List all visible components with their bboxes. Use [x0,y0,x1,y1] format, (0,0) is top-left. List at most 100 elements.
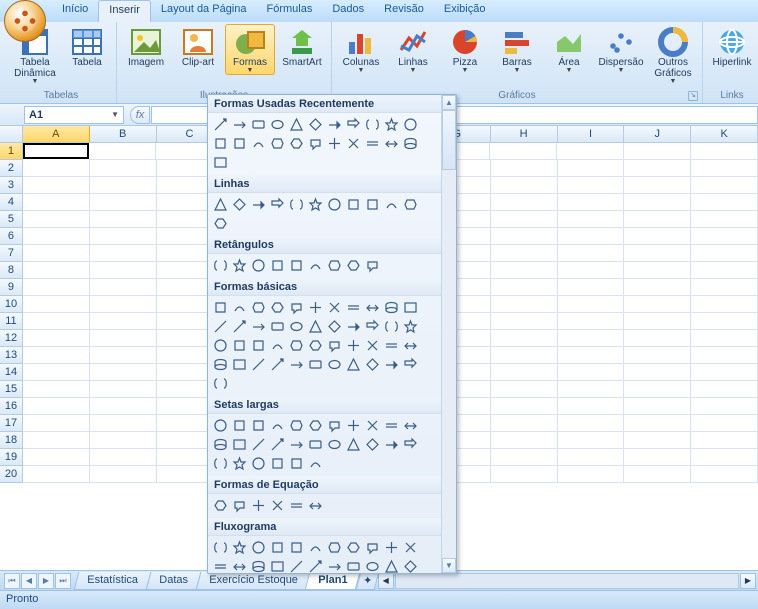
shape-item[interactable] [382,538,401,557]
shape-item[interactable] [344,416,363,435]
shape-item[interactable] [230,355,249,374]
col-header-J[interactable]: J [624,126,691,142]
scroll-thumb[interactable] [442,110,456,170]
cell-B16[interactable] [90,398,157,415]
sheet-nav-prev[interactable]: ◀ [21,573,37,589]
shape-item[interactable] [249,336,268,355]
shape-item[interactable] [382,298,401,317]
cell-B2[interactable] [90,160,157,177]
cell-J6[interactable] [624,228,691,245]
cell-K19[interactable] [691,449,758,466]
cell-H10[interactable] [491,296,558,313]
cell-A13[interactable] [23,347,90,364]
cell-B4[interactable] [90,194,157,211]
shape-item[interactable] [363,557,382,574]
shape-item[interactable] [401,317,420,336]
cell-H1[interactable] [490,143,557,160]
cell-I14[interactable] [558,364,625,381]
cell-I1[interactable] [557,143,624,160]
shape-item[interactable] [287,134,306,153]
shape-item[interactable] [230,195,249,214]
shape-item[interactable] [230,134,249,153]
tab-inserir[interactable]: Inserir [98,0,151,22]
sheet-tab-datas[interactable]: Datas [145,572,201,590]
cell-A19[interactable] [23,449,90,466]
shape-item[interactable] [230,416,249,435]
shape-item[interactable] [401,298,420,317]
cell-B9[interactable] [90,279,157,296]
cell-A10[interactable] [23,296,90,313]
shape-item[interactable] [325,435,344,454]
shape-item[interactable] [344,195,363,214]
shape-item[interactable] [306,115,325,134]
shape-item[interactable] [325,538,344,557]
shape-item[interactable] [268,134,287,153]
name-box[interactable]: A1 ▼ [24,106,124,124]
smartart-button[interactable]: SmartArt [277,24,327,75]
shape-item[interactable] [344,298,363,317]
shape-item[interactable] [249,435,268,454]
cell-A15[interactable] [23,381,90,398]
shape-item[interactable] [363,416,382,435]
shape-item[interactable] [306,538,325,557]
shape-item[interactable] [249,496,268,515]
shape-item[interactable] [268,336,287,355]
shape-item[interactable] [230,538,249,557]
shape-item[interactable] [211,435,230,454]
fx-button[interactable]: fx [130,106,150,124]
tab-dados[interactable]: Dados [322,0,374,22]
shape-item[interactable] [344,115,363,134]
cell-B8[interactable] [90,262,157,279]
tab-exibição[interactable]: Exibição [434,0,496,22]
shape-item[interactable] [306,496,325,515]
shape-item[interactable] [268,256,287,275]
cell-B19[interactable] [90,449,157,466]
cell-J3[interactable] [624,177,691,194]
shape-item[interactable] [230,317,249,336]
cell-H15[interactable] [491,381,558,398]
cell-H5[interactable] [491,211,558,228]
col-header-H[interactable]: H [491,126,558,142]
cell-A9[interactable] [23,279,90,296]
tabela-button[interactable]: Tabela [62,24,112,86]
shape-item[interactable] [287,298,306,317]
scroll-track[interactable] [395,573,739,589]
row-header-13[interactable]: 13 [0,347,23,364]
shape-item[interactable] [363,256,382,275]
shape-item[interactable] [363,538,382,557]
tab-fórmulas[interactable]: Fórmulas [257,0,323,22]
shape-item[interactable] [268,435,287,454]
col-header-I[interactable]: I [558,126,625,142]
shape-item[interactable] [382,195,401,214]
shape-item[interactable] [249,355,268,374]
shape-item[interactable] [249,298,268,317]
shape-item[interactable] [211,256,230,275]
cell-K1[interactable] [691,143,758,160]
scroll-down-button[interactable]: ▼ [442,558,456,573]
cell-K6[interactable] [691,228,758,245]
cell-H2[interactable] [491,160,558,177]
shape-item[interactable] [268,416,287,435]
shape-item[interactable] [268,195,287,214]
row-header-17[interactable]: 17 [0,415,23,432]
shape-item[interactable] [344,355,363,374]
cell-B17[interactable] [90,415,157,432]
shape-item[interactable] [401,538,420,557]
cell-I12[interactable] [558,330,625,347]
hiperlink-button[interactable]: Hiperlink [707,24,757,69]
row-header-18[interactable]: 18 [0,432,23,449]
pizza-button[interactable]: Pizza▼ [440,24,490,86]
shape-item[interactable] [287,416,306,435]
linhas-button[interactable]: Linhas▼ [388,24,438,86]
office-button[interactable] [4,0,46,42]
shape-item[interactable] [211,538,230,557]
shape-item[interactable] [249,195,268,214]
shape-item[interactable] [211,355,230,374]
shape-item[interactable] [363,195,382,214]
shape-item[interactable] [268,317,287,336]
cell-A3[interactable] [23,177,90,194]
gallery-scrollbar[interactable]: ▲ ▼ [441,95,456,573]
shape-item[interactable] [230,557,249,574]
cell-K18[interactable] [691,432,758,449]
dispersao-button[interactable]: Dispersão▼ [596,24,646,86]
